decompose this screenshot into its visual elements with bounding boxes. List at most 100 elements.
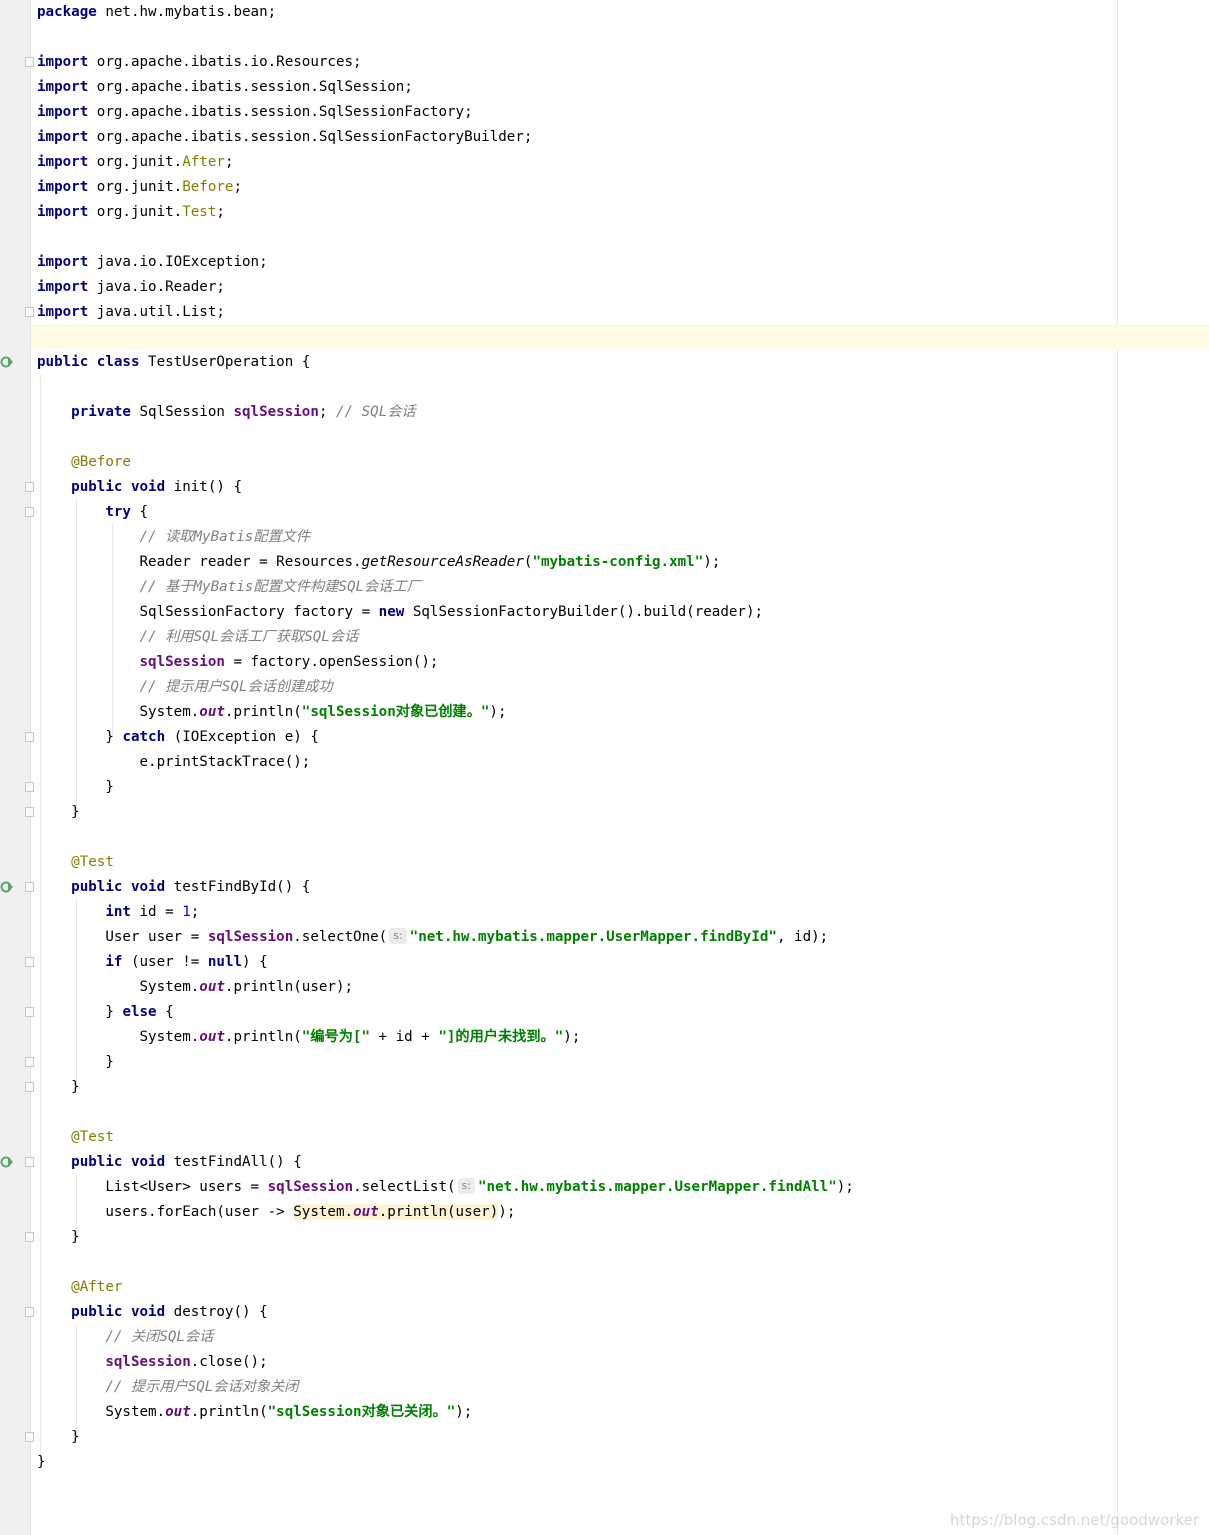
code-token: System.	[139, 1029, 200, 1045]
code-token: System.	[139, 704, 200, 720]
code-token: sqlSession	[105, 1354, 191, 1370]
code-token: );	[498, 1204, 516, 1220]
annotation-line: @Test	[37, 850, 854, 875]
fold-marker-icon[interactable]	[25, 732, 34, 742]
code-token: import	[37, 254, 89, 270]
code-token: "mybatis-config.xml"	[532, 554, 704, 570]
code-token: org.apache.ibatis.session.SqlSessionFact…	[88, 104, 473, 120]
run-test-method-icon[interactable]	[0, 1155, 14, 1169]
code-token: TestUserOperation {	[139, 354, 311, 370]
run-test-class-icon[interactable]	[0, 355, 14, 369]
fold-marker-icon[interactable]	[25, 1432, 34, 1442]
code-token: out	[199, 704, 225, 720]
editor-gutter[interactable]	[0, 0, 31, 1535]
code-token: sqlSession	[139, 654, 225, 670]
run-test-method-icon[interactable]	[0, 880, 14, 894]
code-token: ;	[216, 204, 225, 220]
fold-marker-icon[interactable]	[25, 307, 34, 317]
code-token: sqlSession	[233, 404, 319, 420]
code-token: package	[37, 4, 97, 20]
code-token: import	[37, 279, 89, 295]
fold-marker-icon[interactable]	[25, 57, 34, 67]
code-token: catch	[122, 729, 166, 745]
fold-marker-icon[interactable]	[25, 1082, 34, 1092]
code-token: }	[105, 1054, 114, 1070]
code-line: System.out.println("sqlSession对象已关闭。");	[37, 1400, 854, 1425]
code-token: .selectList(	[353, 1179, 456, 1195]
code-token: java.util.List;	[88, 304, 225, 320]
fold-marker-icon[interactable]	[25, 807, 34, 817]
code-line: }	[37, 1425, 854, 1450]
code-line: import org.apache.ibatis.session.SqlSess…	[37, 75, 854, 100]
code-token: org.apache.ibatis.io.Resources;	[88, 54, 362, 70]
code-token: org.apache.ibatis.session.SqlSessionFact…	[88, 129, 533, 145]
fold-marker-icon[interactable]	[25, 1307, 34, 1317]
comment-line: // 读取MyBatis配置文件	[37, 525, 854, 550]
code-token: // 读取MyBatis配置文件	[139, 529, 311, 545]
code-token: ;	[224, 154, 234, 170]
fold-marker-icon[interactable]	[25, 782, 34, 792]
code-token: public	[71, 479, 123, 495]
fold-marker-icon[interactable]	[25, 1157, 34, 1167]
code-token: .println(	[224, 704, 302, 720]
code-token: null	[207, 954, 243, 970]
code-token: testFindAll() {	[165, 1154, 302, 1170]
code-token: }	[105, 779, 114, 795]
code-token: // SQL会话	[335, 404, 416, 420]
fold-marker-icon[interactable]	[25, 1232, 34, 1242]
code-line: Reader reader = Resources.getResourceAsR…	[37, 550, 854, 575]
code-token: @Test	[71, 1129, 114, 1145]
code-token: .close();	[190, 1354, 268, 1370]
fold-marker-icon[interactable]	[25, 482, 34, 492]
code-token: // 基于MyBatis配置文件构建SQL会话工厂	[139, 579, 421, 595]
comment-line: // 关闭SQL会话	[37, 1325, 854, 1350]
code-token: .println(	[190, 1404, 268, 1420]
code-token: import	[37, 129, 89, 145]
fold-marker-icon[interactable]	[25, 507, 34, 517]
fold-marker-icon[interactable]	[25, 1007, 34, 1017]
code-token: .selectOne(	[293, 929, 388, 945]
code-token: sqlSession	[267, 1179, 354, 1195]
code-token: "]的用户未找到。"	[438, 1029, 564, 1045]
code-line: users.forEach(user -> System.out.println…	[37, 1200, 854, 1225]
code-line: import org.apache.ibatis.io.Resources;	[37, 50, 854, 75]
parameter-hint: s:	[389, 928, 407, 944]
code-line: if (user != null) {	[37, 950, 854, 975]
annotation-line: @Before	[37, 450, 854, 475]
fold-marker-icon[interactable]	[25, 1057, 34, 1067]
fold-marker-icon[interactable]	[25, 957, 34, 967]
code-token: e.printStackTrace();	[139, 754, 311, 770]
code-line: import java.util.List;	[37, 300, 854, 325]
code-line: System.out.println("sqlSession对象已创建。");	[37, 700, 854, 725]
code-token: );	[703, 554, 721, 570]
code-token: void	[130, 879, 166, 895]
code-token: private	[71, 404, 131, 420]
code-token: SqlSessionFactoryBuilder().build(reader)…	[404, 604, 764, 620]
code-token: ;	[190, 904, 200, 920]
annotation-line: @After	[37, 1275, 854, 1300]
code-token: (user !=	[122, 954, 208, 970]
code-token: import	[37, 179, 89, 195]
code-token: System.	[139, 979, 200, 995]
code-line: }	[37, 1450, 854, 1475]
code-token: ;	[318, 404, 336, 420]
code-token: import	[37, 54, 89, 70]
code-token: @After	[71, 1279, 123, 1295]
code-token: out	[199, 979, 225, 995]
code-token: import	[37, 304, 89, 320]
code-token: init() {	[165, 479, 243, 495]
code-token: = factory.openSession();	[224, 654, 439, 670]
code-token: After	[182, 154, 225, 170]
code-line: package net.hw.mybatis.bean;	[37, 0, 854, 25]
fold-marker-icon[interactable]	[25, 882, 34, 892]
code-token: getResourceAsReader	[361, 554, 524, 570]
code-token: }	[71, 1079, 80, 1095]
code-editor[interactable]: package net.hw.mybatis.bean; import org.…	[37, 0, 854, 1475]
code-line: sqlSession = factory.openSession();	[37, 650, 854, 675]
comment-line: // 提示用户SQL会话创建成功	[37, 675, 854, 700]
code-token: + id +	[370, 1029, 439, 1045]
